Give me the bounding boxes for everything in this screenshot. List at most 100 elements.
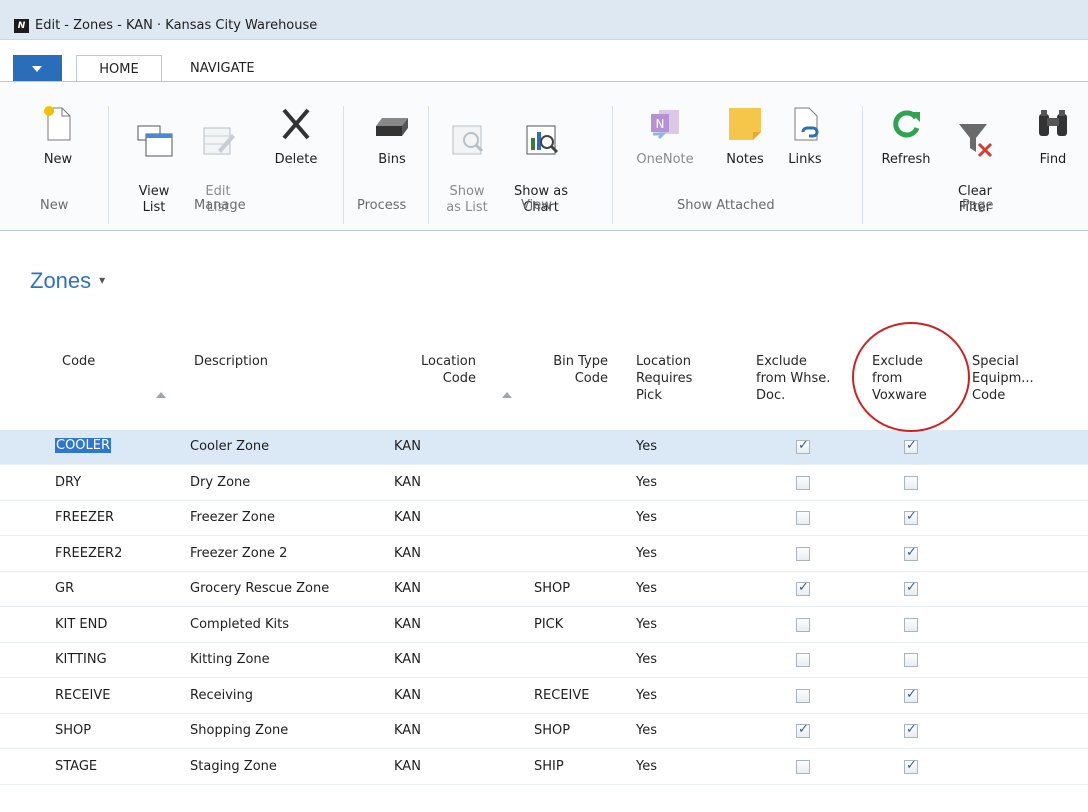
cell-location-requires-pick[interactable]: Yes bbox=[636, 617, 657, 632]
table-row[interactable]: DRY Dry Zone KAN Yes bbox=[0, 466, 1088, 501]
checkbox-exclude-whse-doc[interactable] bbox=[796, 580, 810, 596]
cell-description[interactable]: Shopping Zone bbox=[190, 723, 288, 738]
checkbox-exclude-voxware[interactable] bbox=[904, 617, 918, 632]
bins-button[interactable]: Bins bbox=[372, 104, 412, 168]
new-document-icon bbox=[44, 106, 71, 141]
cell-location-code[interactable]: KAN bbox=[394, 510, 421, 525]
cell-description[interactable]: Cooler Zone bbox=[190, 439, 269, 454]
column-header-special-equipment-code[interactable]: Special Equipm... Code bbox=[972, 353, 1034, 404]
checkbox-exclude-voxware[interactable] bbox=[904, 758, 918, 774]
checkbox-exclude-whse-doc[interactable] bbox=[796, 546, 810, 561]
refresh-button[interactable]: Refresh bbox=[876, 104, 936, 168]
page-title[interactable]: Zones ▾ bbox=[30, 268, 105, 294]
table-row[interactable]: STAGE Staging Zone KAN SHIP Yes bbox=[0, 750, 1088, 785]
table-row[interactable]: FREEZER Freezer Zone KAN Yes bbox=[0, 501, 1088, 536]
cell-code[interactable]: KIT END bbox=[55, 617, 107, 632]
cell-location-code[interactable]: KAN bbox=[394, 546, 421, 561]
checkbox-exclude-voxware[interactable] bbox=[904, 438, 918, 454]
checkbox-exclude-whse-doc[interactable] bbox=[796, 511, 810, 525]
table-row[interactable]: GR Grocery Rescue Zone KAN SHOP Yes bbox=[0, 572, 1088, 607]
checkbox-exclude-whse-doc[interactable] bbox=[796, 617, 810, 632]
checkbox-exclude-voxware[interactable] bbox=[904, 545, 918, 561]
cell-code[interactable]: SHOP bbox=[55, 723, 91, 738]
table-row[interactable]: COOLER Cooler Zone KAN Yes bbox=[0, 430, 1088, 465]
group-label-page: Page bbox=[962, 198, 994, 213]
tab-home[interactable]: HOME bbox=[76, 55, 162, 82]
find-button[interactable]: Find bbox=[1030, 104, 1076, 168]
table-row[interactable]: FREEZER2 Freezer Zone 2 KAN Yes bbox=[0, 537, 1088, 572]
checkbox-exclude-whse-doc[interactable] bbox=[796, 759, 810, 774]
cell-location-code[interactable]: KAN bbox=[394, 759, 421, 774]
app-menu-button[interactable] bbox=[13, 55, 62, 82]
cell-bin-type-code[interactable]: SHOP bbox=[534, 723, 570, 738]
cell-location-requires-pick[interactable]: Yes bbox=[636, 439, 657, 454]
links-button[interactable]: Links bbox=[782, 104, 828, 168]
onenote-label: OneNote bbox=[636, 152, 694, 167]
checkbox-exclude-whse-doc[interactable] bbox=[796, 688, 810, 703]
cell-description[interactable]: Freezer Zone bbox=[190, 510, 275, 525]
checkbox-exclude-voxware[interactable] bbox=[904, 580, 918, 596]
show-as-list-button[interactable]: Show as List bbox=[444, 104, 490, 216]
checkbox-exclude-whse-doc[interactable] bbox=[796, 475, 810, 490]
column-header-code[interactable]: Code bbox=[62, 353, 95, 370]
notes-button[interactable]: Notes bbox=[722, 104, 768, 168]
cell-location-requires-pick[interactable]: Yes bbox=[636, 475, 657, 490]
cell-location-code[interactable]: KAN bbox=[394, 439, 421, 454]
cell-code[interactable]: COOLER bbox=[55, 438, 112, 453]
cell-location-requires-pick[interactable]: Yes bbox=[636, 688, 657, 703]
column-header-description[interactable]: Description bbox=[194, 353, 268, 370]
checkbox-exclude-whse-doc[interactable] bbox=[796, 438, 810, 454]
cell-bin-type-code[interactable]: SHOP bbox=[534, 581, 570, 596]
cell-description[interactable]: Completed Kits bbox=[190, 617, 289, 632]
checkbox-exclude-voxware[interactable] bbox=[904, 653, 918, 667]
cell-description[interactable]: Freezer Zone 2 bbox=[190, 546, 287, 561]
cell-location-code[interactable]: KAN bbox=[394, 723, 421, 738]
cell-location-code[interactable]: KAN bbox=[394, 581, 421, 596]
column-header-location-code[interactable]: Location Code bbox=[398, 353, 476, 387]
table-row[interactable]: SHOP Shopping Zone KAN SHOP Yes bbox=[0, 714, 1088, 749]
cell-bin-type-code[interactable]: PICK bbox=[534, 617, 563, 632]
cell-code[interactable]: RECEIVE bbox=[55, 688, 110, 703]
chevron-down-icon[interactable]: ▾ bbox=[99, 273, 105, 287]
tab-navigate[interactable]: NAVIGATE bbox=[180, 55, 265, 82]
cell-location-code[interactable]: KAN bbox=[394, 688, 421, 703]
cell-location-requires-pick[interactable]: Yes bbox=[636, 723, 657, 738]
delete-button[interactable]: Delete bbox=[268, 104, 324, 168]
new-button[interactable]: New bbox=[38, 104, 78, 168]
table-row[interactable]: KIT END Completed Kits KAN PICK Yes bbox=[0, 608, 1088, 643]
cell-location-requires-pick[interactable]: Yes bbox=[636, 759, 657, 774]
cell-location-requires-pick[interactable]: Yes bbox=[636, 510, 657, 525]
cell-description[interactable]: Grocery Rescue Zone bbox=[190, 581, 329, 596]
cell-bin-type-code[interactable]: SHIP bbox=[534, 759, 564, 774]
cell-code[interactable]: STAGE bbox=[55, 759, 97, 774]
checkbox-exclude-whse-doc[interactable] bbox=[796, 722, 810, 738]
table-row[interactable]: KITTING Kitting Zone KAN Yes bbox=[0, 643, 1088, 678]
onenote-button[interactable]: N OneNote bbox=[632, 104, 698, 168]
table-row[interactable]: RECEIVE Receiving KAN RECEIVE Yes bbox=[0, 679, 1088, 714]
checkbox-exclude-voxware[interactable] bbox=[904, 687, 918, 703]
checkbox-exclude-voxware[interactable] bbox=[904, 475, 918, 490]
cell-location-code[interactable]: KAN bbox=[394, 652, 421, 667]
cell-code[interactable]: GR bbox=[55, 581, 74, 596]
cell-description[interactable]: Receiving bbox=[190, 688, 253, 703]
column-header-exclude-whse-doc[interactable]: Exclude from Whse. Doc. bbox=[756, 353, 830, 404]
checkbox-exclude-voxware[interactable] bbox=[904, 509, 918, 525]
cell-description[interactable]: Staging Zone bbox=[190, 759, 277, 774]
cell-description[interactable]: Dry Zone bbox=[190, 475, 250, 490]
cell-code[interactable]: DRY bbox=[55, 475, 81, 490]
checkbox-exclude-voxware[interactable] bbox=[904, 722, 918, 738]
cell-location-requires-pick[interactable]: Yes bbox=[636, 581, 657, 596]
checkbox-exclude-whse-doc[interactable] bbox=[796, 653, 810, 667]
column-header-bin-type-code[interactable]: Bin Type Code bbox=[538, 353, 608, 387]
cell-bin-type-code[interactable]: RECEIVE bbox=[534, 688, 589, 703]
cell-location-requires-pick[interactable]: Yes bbox=[636, 546, 657, 561]
cell-code[interactable]: FREEZER bbox=[55, 510, 114, 525]
column-header-location-requires-pick[interactable]: Location Requires Pick bbox=[636, 353, 692, 404]
view-list-button[interactable]: View List bbox=[126, 104, 182, 216]
cell-description[interactable]: Kitting Zone bbox=[190, 652, 270, 667]
cell-code[interactable]: FREEZER2 bbox=[55, 546, 122, 561]
cell-location-code[interactable]: KAN bbox=[394, 475, 421, 490]
cell-code[interactable]: KITTING bbox=[55, 652, 107, 667]
cell-location-code[interactable]: KAN bbox=[394, 617, 421, 632]
cell-location-requires-pick[interactable]: Yes bbox=[636, 652, 657, 667]
